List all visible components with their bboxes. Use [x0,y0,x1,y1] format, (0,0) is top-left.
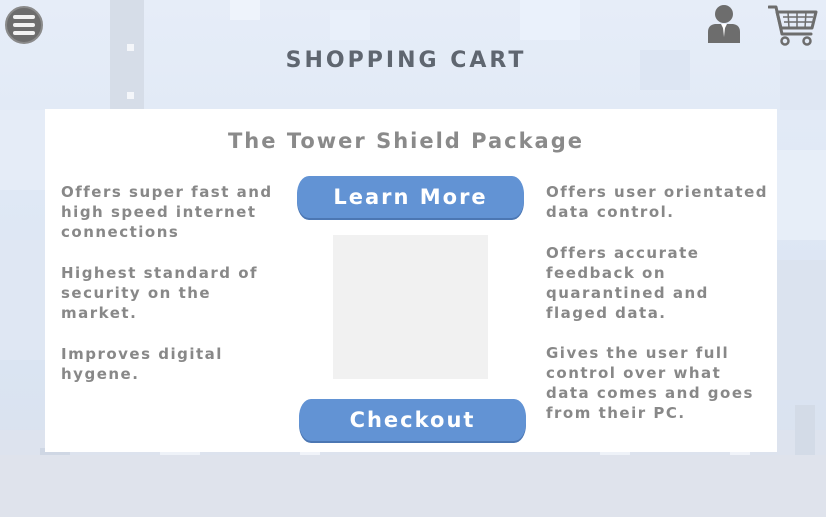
ground [0,455,826,517]
feature-left-1: Offers super fast and high speed interne… [61,183,273,241]
package-panel: The Tower Shield Package Offers super fa… [45,109,777,452]
feature-right-2: Offers accurate feedback on quarantined … [546,244,709,322]
learn-more-button[interactable]: Learn More [297,176,524,218]
hamburger-menu-icon[interactable] [5,6,43,44]
package-image-placeholder [333,235,488,379]
checkout-button[interactable]: Checkout [299,399,526,441]
feature-left-2: Highest standard of security on the mark… [61,264,259,322]
shopping-cart-icon[interactable] [768,4,818,46]
page-title: SHOPPING CART [285,48,527,73]
feature-right-3: Gives the user full control over what da… [546,344,754,422]
user-profile-icon[interactable] [707,3,741,43]
feature-right-1: Offers user orientated data control. [546,183,768,221]
feature-left-3: Improves digital hygene. [61,345,223,383]
menu-bar [13,23,35,27]
menu-bar [13,15,35,19]
package-title: The Tower Shield Package [227,129,585,153]
menu-bar [13,31,35,35]
